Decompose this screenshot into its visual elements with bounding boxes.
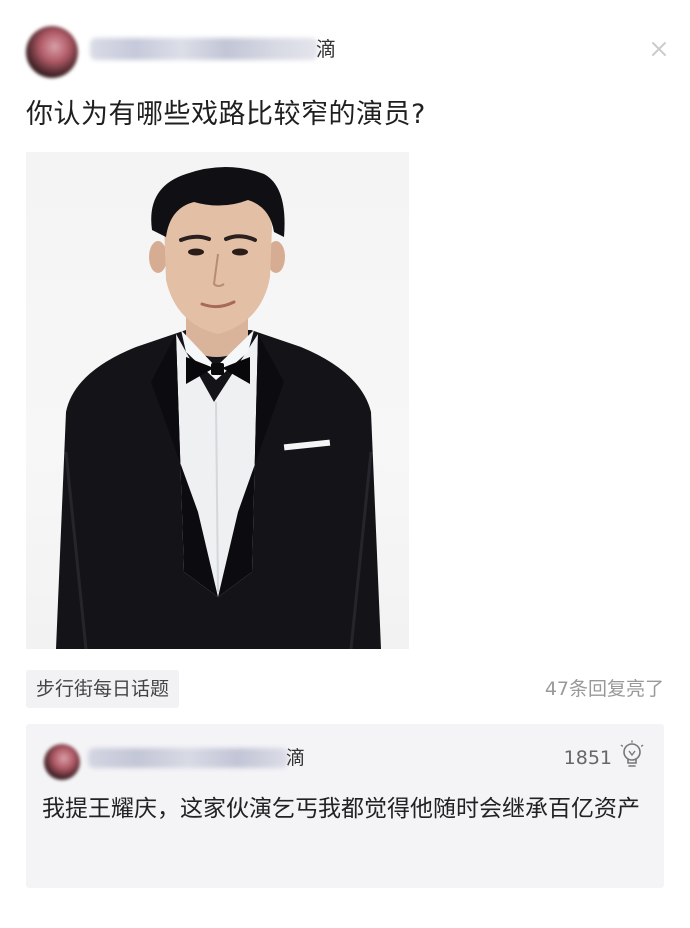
actor-portrait — [56, 167, 381, 649]
post-image[interactable] — [26, 152, 409, 649]
reply-count[interactable]: 47条回复亮了 — [545, 674, 664, 704]
author-avatar[interactable] — [26, 26, 78, 78]
author-name-suffix: 滴 — [316, 37, 336, 61]
close-icon[interactable] — [648, 38, 670, 60]
topic-tag[interactable]: 步行街每日话题 — [26, 670, 180, 708]
comment-text: 我提王耀庆，这家伙演乞丐我都觉得他随时会继承百亿资产 — [42, 796, 640, 822]
comment-author-avatar[interactable] — [44, 744, 80, 780]
top-comment[interactable]: 滴 1851 我提王耀庆，这家伙演乞丐我都觉得他随时会继承百亿资产 — [26, 724, 664, 888]
comment-author-name-suffix: 滴 — [286, 747, 306, 769]
comment-author-name-blurred[interactable] — [88, 748, 288, 768]
post-title[interactable]: 你认为有哪些戏路比较窄的演员? — [26, 96, 426, 134]
lightbulb-icon[interactable] — [618, 740, 646, 770]
post-header: 滴 — [0, 0, 690, 95]
comment-like-count: 1851 — [563, 747, 612, 769]
author-name-blurred[interactable] — [90, 38, 318, 60]
